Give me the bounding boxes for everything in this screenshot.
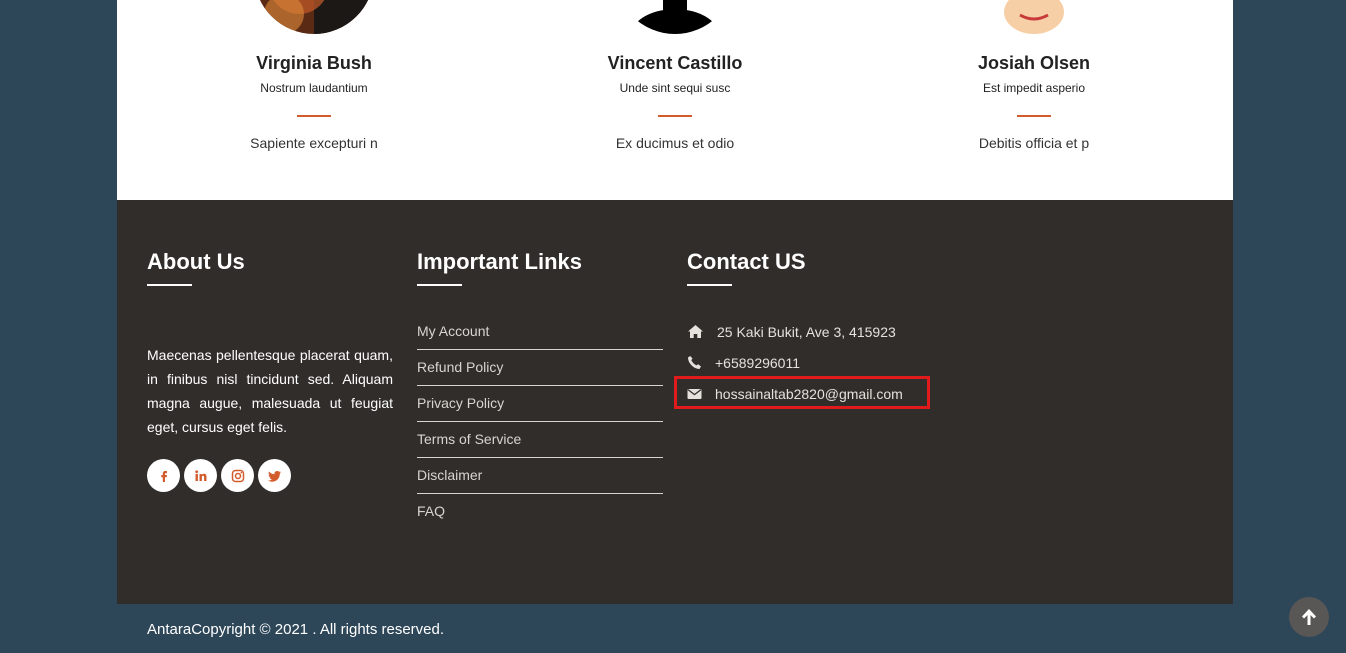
contact-email[interactable]: hossainaltab2820@gmail.com [674, 376, 987, 409]
member-role: Est impedit asperio [982, 81, 1086, 95]
member-bio: Ex ducimus et odio [615, 135, 735, 151]
home-icon [687, 324, 715, 339]
scroll-to-top-button[interactable] [1289, 597, 1329, 637]
about-us-heading: About Us [147, 249, 245, 274]
member-name: Josiah Olsen [977, 53, 1091, 73]
linkedin-icon[interactable] [184, 459, 217, 492]
about-us-column: About Us Maecenas pellentesque placerat … [147, 248, 393, 492]
member-name: Vincent Castillo [607, 53, 743, 73]
member-photo [615, 0, 735, 34]
member-separator [658, 115, 692, 117]
member-separator [297, 115, 331, 117]
member-bio: Sapiente excepturi n [250, 135, 378, 151]
link-my-account[interactable]: My Account [417, 314, 663, 350]
instagram-icon[interactable] [221, 459, 254, 492]
social-links [147, 459, 393, 492]
highlight-box [674, 376, 930, 409]
site-footer: About Us Maecenas pellentesque placerat … [117, 200, 1233, 604]
link-faq[interactable]: FAQ [417, 494, 663, 530]
contact-phone: +6589296011 [687, 347, 987, 378]
member-photo [974, 0, 1094, 34]
phone-icon [687, 355, 715, 370]
important-links-heading: Important Links [417, 249, 583, 274]
arrow-up-icon [1302, 609, 1316, 625]
member-role: Unde sint sequi susc [619, 81, 731, 95]
contact-address: 25 Kaki Bukit, Ave 3, 415923 [687, 316, 987, 347]
member-name: Virginia Bush [256, 53, 372, 73]
about-us-text: Maecenas pellentesque placerat quam, in … [147, 347, 393, 435]
heading-underline [147, 284, 192, 286]
member-separator [1017, 115, 1051, 117]
copyright-text: AntaraCopyright © 2021 . All rights rese… [147, 621, 445, 638]
link-terms-of-service[interactable]: Terms of Service [417, 422, 663, 458]
team-section: Virginia Bush Nostrum laudantium Sapient… [117, 0, 1233, 200]
twitter-icon[interactable] [258, 459, 291, 492]
contact-address-text: 25 Kaki Bukit, Ave 3, 415923 [717, 323, 896, 340]
important-links-column: Important Links My Account Refund Policy… [417, 248, 663, 530]
link-refund-policy[interactable]: Refund Policy [417, 350, 663, 386]
contact-phone-text: +6589296011 [715, 354, 800, 371]
heading-underline [417, 284, 462, 286]
link-privacy-policy[interactable]: Privacy Policy [417, 386, 663, 422]
heading-underline [687, 284, 732, 286]
facebook-icon[interactable] [147, 459, 180, 492]
member-bio: Debitis officia et p [978, 135, 1090, 151]
contact-list: 25 Kaki Bukit, Ave 3, 415923 +6589296011… [674, 316, 987, 409]
contact-us-column: Contact US 25 Kaki Bukit, Ave 3, 415923 … [674, 248, 987, 409]
contact-us-heading: Contact US [687, 249, 806, 274]
important-links-list: My Account Refund Policy Privacy Policy … [417, 314, 663, 530]
member-role: Nostrum laudantium [260, 81, 368, 95]
link-disclaimer[interactable]: Disclaimer [417, 458, 663, 494]
member-photo [254, 0, 374, 34]
